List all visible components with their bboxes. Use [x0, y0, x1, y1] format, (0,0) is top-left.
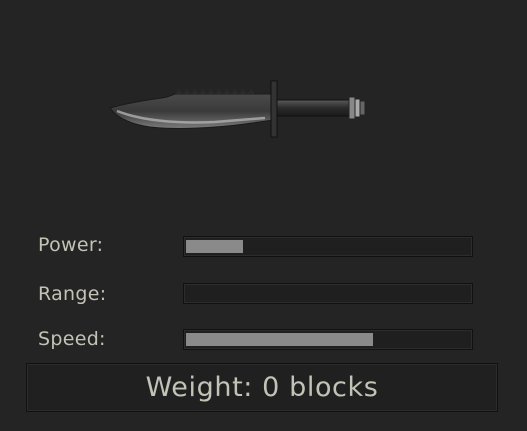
weapon-stats-panel: Power: Range: Speed: Weight: 0 blocks	[0, 0, 527, 431]
speed-label: Speed:	[38, 328, 106, 350]
range-label: Range:	[38, 283, 107, 305]
weight-text: Weight: 0 blocks	[145, 372, 379, 403]
speed-bar	[183, 329, 473, 350]
speed-bar-fill	[186, 333, 373, 346]
power-bar	[183, 236, 473, 257]
power-bar-fill	[186, 240, 243, 253]
combat-knife-icon	[109, 80, 366, 138]
weight-box: Weight: 0 blocks	[26, 363, 498, 412]
power-label: Power:	[38, 234, 104, 256]
range-bar	[183, 283, 473, 304]
